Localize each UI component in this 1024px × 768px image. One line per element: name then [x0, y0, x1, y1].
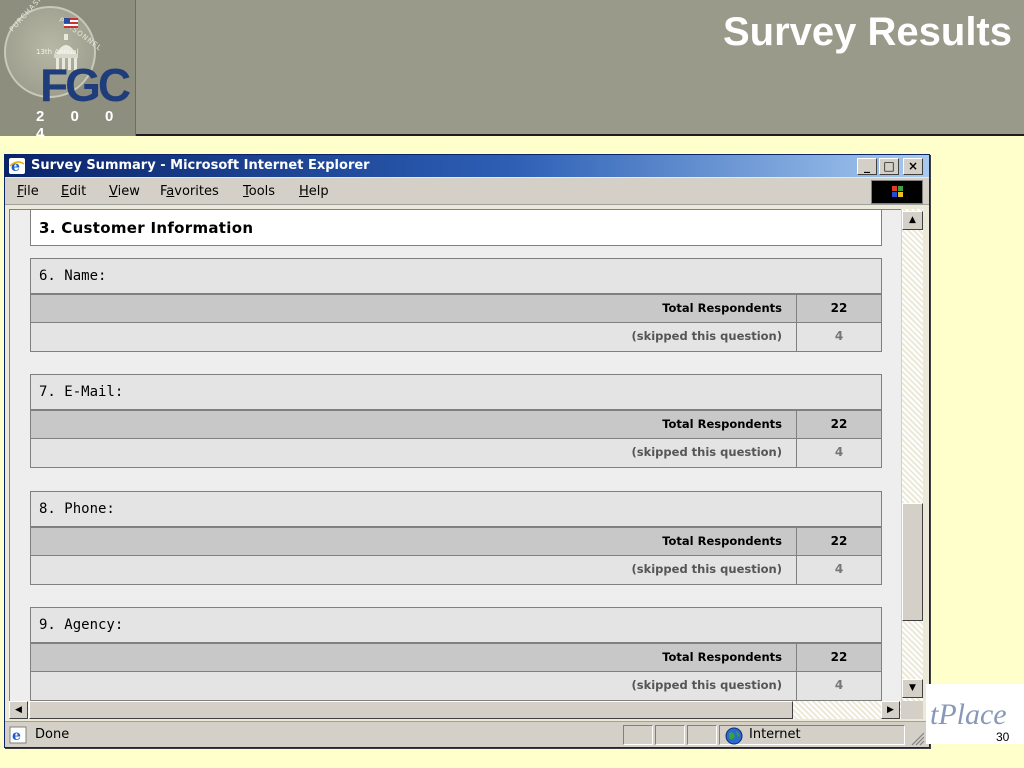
total-respondents-row: Total Respondents 22 — [30, 643, 882, 672]
vertical-scrollbar[interactable]: ▲ ▼ — [901, 209, 923, 701]
skipped-value: 4 — [834, 445, 844, 459]
scroll-up-button[interactable]: ▲ — [902, 211, 923, 230]
security-zone-label: Internet — [749, 727, 801, 742]
status-pane — [623, 725, 653, 745]
logo-annual-badge: 13th Annual — [36, 48, 79, 56]
skipped-label: (skipped this question) — [31, 439, 797, 467]
skipped-label: (skipped this question) — [31, 556, 797, 584]
section-header: 3. Customer Information — [30, 210, 882, 246]
scrollbar-corner — [901, 701, 923, 719]
skipped-row: (skipped this question) 4 — [30, 439, 882, 468]
question-header: 7. E-Mail: — [30, 374, 882, 410]
skipped-value: 4 — [834, 562, 844, 576]
total-respondents-value: 22 — [830, 417, 848, 431]
vertical-scroll-thumb[interactable] — [902, 503, 923, 621]
scroll-left-button[interactable]: ◀ — [9, 701, 28, 719]
skipped-value: 4 — [834, 678, 844, 692]
question-header: 9. Agency: — [30, 607, 882, 643]
windows-flag-icon — [892, 186, 903, 197]
question-label: 7. E-Mail: — [39, 384, 124, 400]
maximize-button[interactable]: □ — [879, 158, 899, 175]
skipped-row: (skipped this question) 4 — [30, 556, 882, 585]
slide-title: Survey Results — [722, 10, 1012, 54]
total-respondents-value: 22 — [830, 650, 848, 664]
close-button[interactable]: × — [903, 158, 923, 175]
total-respondents-row: Total Respondents 22 — [30, 527, 882, 556]
scroll-right-button[interactable]: ▶ — [881, 701, 900, 719]
windows-logo-throbber — [871, 180, 923, 204]
resize-grip-icon[interactable] — [909, 730, 925, 746]
total-respondents-value: 22 — [830, 301, 848, 315]
svg-text:e: e — [12, 728, 21, 744]
question-label: 9. Agency: — [39, 617, 124, 633]
window-titlebar[interactable]: e Survey Summary - Microsoft Internet Ex… — [5, 155, 929, 177]
total-respondents-row: Total Respondents 22 — [30, 410, 882, 439]
window-title: Survey Summary - Microsoft Internet Expl… — [31, 158, 370, 173]
horizontal-scrollbar[interactable]: ◀ ▶ — [9, 701, 901, 719]
minimize-button[interactable]: _ — [857, 158, 877, 175]
page-content: 3. Customer Information 6. Name: Total R… — [9, 209, 901, 701]
globe-icon — [725, 727, 743, 745]
skipped-value: 4 — [834, 329, 844, 343]
status-pane — [655, 725, 685, 745]
status-pane — [687, 725, 717, 745]
slide-number: 30 — [996, 730, 1010, 744]
section-title: 3. Customer Information — [39, 219, 254, 237]
menu-bar: File Edit View Favorites Tools Help — [5, 178, 929, 205]
total-respondents-value: 22 — [830, 534, 848, 548]
question-header: 6. Name: — [30, 258, 882, 294]
question-block: 7. E-Mail: Total Respondents 22 (skipped… — [30, 374, 882, 468]
flag-icon — [64, 18, 78, 28]
menu-edit[interactable]: Edit — [61, 184, 86, 199]
question-header: 8. Phone: — [30, 491, 882, 527]
question-block: 6. Name: Total Respondents 22 (skipped t… — [30, 258, 882, 352]
skipped-row: (skipped this question) 4 — [30, 323, 882, 352]
total-respondents-label: Total Respondents — [31, 528, 797, 556]
status-text: Done — [35, 727, 70, 742]
fgc-logo: PURCHASING PERSONNEL 13th Annual FGC 2 0… — [0, 0, 136, 142]
question-label: 8. Phone: — [39, 501, 115, 517]
status-bar: e Done Internet — [5, 721, 929, 747]
horizontal-scroll-thumb[interactable] — [29, 701, 793, 719]
total-respondents-label: Total Respondents — [31, 644, 797, 672]
logo-arc-text: PURCHASING — [8, 0, 52, 34]
question-label: 6. Name: — [39, 268, 107, 284]
skipped-row: (skipped this question) 4 — [30, 672, 882, 701]
menu-file[interactable]: File — [17, 184, 39, 199]
total-respondents-label: Total Respondents — [31, 295, 797, 323]
question-block: 9. Agency: Total Respondents 22 (skipped… — [30, 607, 882, 701]
question-block: 8. Phone: Total Respondents 22 (skipped … — [30, 491, 882, 585]
security-zone-pane — [719, 725, 905, 745]
slide-header: PURCHASING PERSONNEL 13th Annual FGC 2 0… — [0, 0, 1024, 142]
total-respondents-row: Total Respondents 22 — [30, 294, 882, 323]
menu-tools[interactable]: Tools — [243, 184, 275, 199]
menu-help[interactable]: Help — [299, 184, 329, 199]
skipped-label: (skipped this question) — [31, 323, 797, 351]
total-respondents-label: Total Respondents — [31, 411, 797, 439]
logo-year: 2 0 0 4 — [36, 108, 125, 142]
scroll-down-button[interactable]: ▼ — [902, 679, 923, 698]
menu-view[interactable]: View — [109, 184, 140, 199]
page-done-icon: e — [9, 726, 27, 744]
menu-favorites[interactable]: Favorites — [160, 184, 219, 199]
logo-fgc-text: FGC — [40, 59, 131, 111]
internet-explorer-icon: e — [9, 158, 25, 174]
skipped-label: (skipped this question) — [31, 672, 797, 700]
browser-window: e Survey Summary - Microsoft Internet Ex… — [4, 154, 930, 748]
brand-text: tPlace — [930, 698, 1007, 731]
